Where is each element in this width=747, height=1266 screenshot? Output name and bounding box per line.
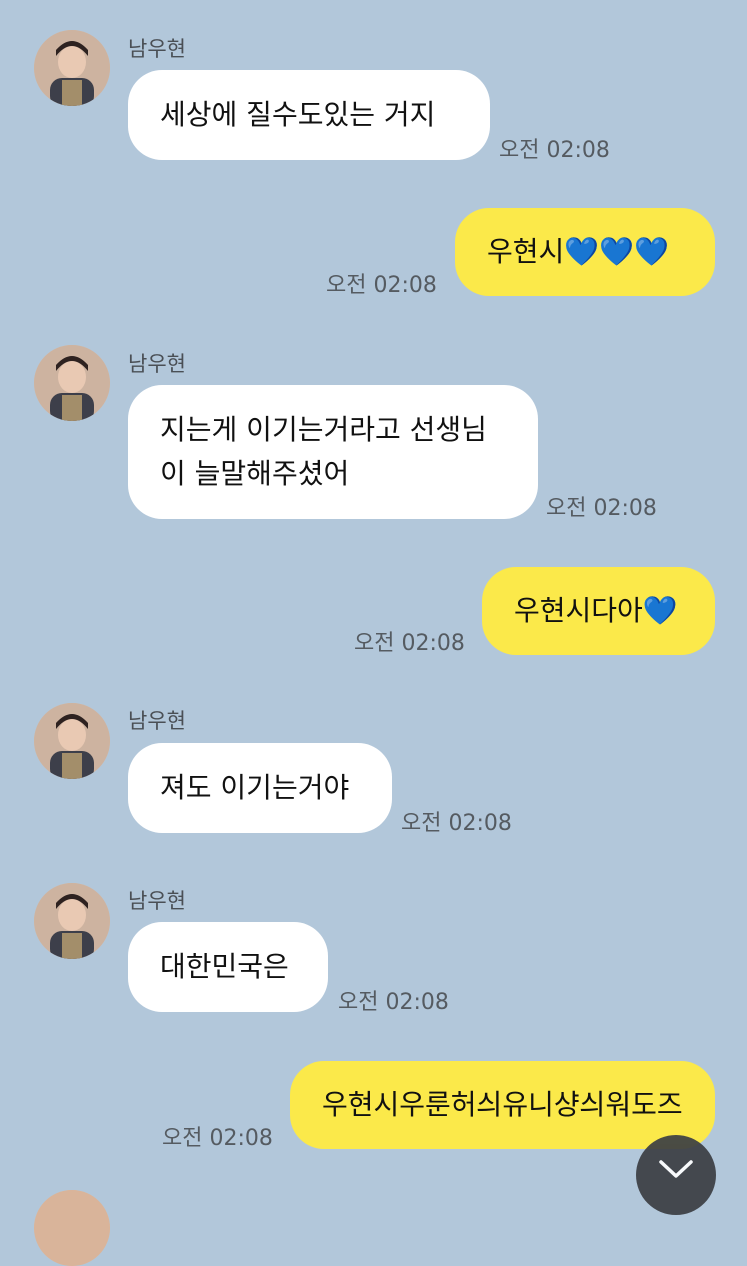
sender-name: 남우현: [128, 37, 186, 61]
message-time: 오전 02:08: [546, 496, 657, 521]
message-bubble-outgoing[interactable]: 우현시우룬허싀유니샹싀워도즈: [290, 1061, 715, 1149]
message-bubble-incoming[interactable]: 세상에 질수도있는 거지: [128, 70, 490, 160]
message-bubble-incoming[interactable]: 지는게 이기는거라고 선생님 이 늘말해주셨어: [128, 385, 538, 519]
avatar[interactable]: [34, 883, 110, 959]
sender-name: 남우현: [128, 709, 186, 733]
avatar-photo: [34, 1190, 110, 1266]
message-time: 오전 02:08: [162, 1126, 273, 1151]
message-text: 우현시우룬허싀유니샹싀워도즈: [322, 1088, 683, 1121]
message-time: 오전 02:08: [499, 138, 610, 163]
avatar[interactable]: [34, 30, 110, 106]
message-time: 오전 02:08: [338, 990, 449, 1015]
avatar[interactable]: [34, 1190, 110, 1266]
message-time: 오전 02:08: [326, 273, 437, 298]
avatar-photo: [34, 703, 110, 779]
avatar[interactable]: [34, 703, 110, 779]
avatar-photo: [34, 345, 110, 421]
message-bubble-incoming[interactable]: 대한민국은: [128, 922, 328, 1012]
message-text: 대한민국은: [160, 950, 289, 983]
avatar[interactable]: [34, 345, 110, 421]
chevron-down-icon: [659, 1160, 693, 1178]
message-text-line: 이 늘말해주셨어: [160, 457, 350, 490]
message-bubble-outgoing[interactable]: 우현시💙💙💙: [455, 208, 715, 296]
message-text-line: 지는게 이기는거라고 선생님: [160, 413, 487, 446]
message-time: 오전 02:08: [354, 631, 465, 656]
message-text: 우현시💙💙💙: [487, 235, 669, 268]
avatar-photo: [34, 883, 110, 959]
message-bubble-incoming[interactable]: 져도 이기는거야: [128, 743, 392, 833]
message-text: 세상에 질수도있는 거지: [160, 98, 436, 131]
message-time: 오전 02:08: [401, 811, 512, 836]
sender-name: 남우현: [128, 352, 186, 376]
message-text: 우현시다아💙: [514, 594, 678, 627]
sender-name: 남우현: [128, 889, 186, 913]
scroll-to-bottom-button[interactable]: [636, 1135, 716, 1215]
message-text: 져도 이기는거야: [160, 771, 350, 804]
avatar-photo: [34, 30, 110, 106]
message-bubble-outgoing[interactable]: 우현시다아💙: [482, 567, 715, 655]
